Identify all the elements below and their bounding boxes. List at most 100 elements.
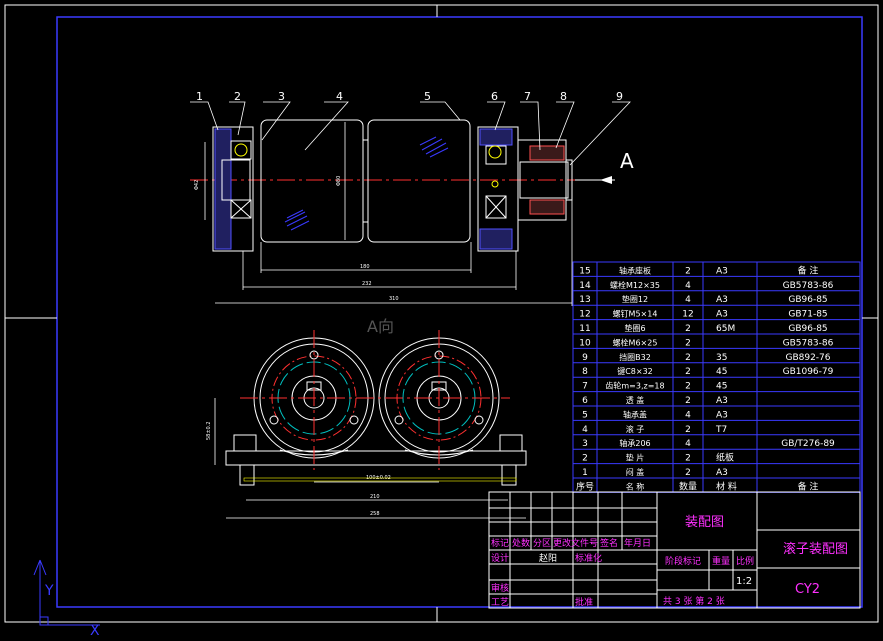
- bom-cell-name: 齿轮m=3,z=18: [605, 381, 664, 391]
- bom-cell-qty: 2: [685, 266, 691, 276]
- bom-cell-no: 4: [582, 425, 588, 435]
- scale-value: 1:2: [736, 576, 752, 587]
- callout-5: 5: [424, 90, 431, 103]
- title-row-label-2: 处数: [512, 537, 530, 549]
- bom-cell-mat: A3: [716, 295, 728, 305]
- bom-cell-note: GB71-85: [788, 310, 827, 320]
- bom-cell-qty: 2: [685, 338, 691, 348]
- callout-4: 4: [336, 90, 343, 103]
- bom-cell-qty: 4: [685, 281, 691, 291]
- assembly-drawing: Y X 1 2 3 4 5 6 7 8 9 180 232 310 100±0.…: [4, 4, 879, 639]
- bom-cell-note: GB96-85: [788, 324, 827, 334]
- bom-cell-qty: 2: [685, 454, 691, 464]
- bom-cell-no: 12: [579, 310, 590, 320]
- bom-cell-name: 滚 子: [626, 424, 645, 434]
- bom-cell-mat: 45: [716, 382, 727, 392]
- dim-roller-len: 180: [360, 264, 370, 270]
- bom-cell-name: 轴承206: [619, 438, 650, 448]
- bom-cell-name: 螺钉M5×14: [613, 309, 658, 319]
- scale-label: 比例: [736, 555, 754, 567]
- bom-cell-name: 垫圈12: [622, 294, 648, 304]
- review-label: 审核: [491, 582, 509, 594]
- dim-overall2: 310: [389, 296, 399, 302]
- bom-cell-qty: 4: [685, 439, 691, 449]
- dim-roller-dia: Φ80: [336, 176, 342, 186]
- stage-label: 阶段标记: [665, 555, 701, 567]
- bom-cell-qty: 4: [685, 410, 691, 420]
- bom-cell-name: 轴承座板: [619, 265, 651, 275]
- bom-cell-note: GB5783-86: [783, 338, 834, 348]
- bom-cell-mat: 纸板: [716, 452, 734, 464]
- sheet-count: 共 3 张 第 2 张: [663, 595, 725, 607]
- bom-cell-mat: 45: [716, 367, 727, 377]
- title-row-label-1: 标记: [491, 537, 509, 549]
- bom-cell-no: 10: [579, 338, 591, 348]
- bom-rows: 15 轴承座板 2 A3 备 注14 螺栓M12×35 4 GB5783-8613 垫圈12 4 A…: [573, 264, 860, 493]
- bom-cell-mat: 材 料: [716, 480, 737, 492]
- bom-cell-no: 5: [582, 410, 588, 420]
- designer-name: 赵阳: [539, 552, 557, 564]
- bom-cell-qty: 2: [685, 367, 691, 377]
- view-a-label: A向: [367, 317, 394, 336]
- front-view: [214, 330, 527, 519]
- callout-1: 1: [196, 90, 203, 103]
- bom-cell-no: 14: [579, 281, 591, 291]
- bom-cell-name: 名 称: [626, 481, 645, 491]
- callout-6: 6: [491, 90, 498, 103]
- bom-cell-name: 键C8×32: [617, 366, 653, 376]
- bom-cell-note: GB96-85: [788, 295, 827, 305]
- dim-width1: 210: [370, 494, 380, 500]
- bom-cell-no: 6: [582, 396, 588, 406]
- bom-cell-name: 透 盖: [626, 395, 645, 405]
- callout-9: 9: [616, 90, 623, 103]
- bom-cell-name: 轴承盖: [623, 409, 647, 419]
- bom-cell-note: GB5783-86: [783, 281, 834, 291]
- callout-3: 3: [278, 90, 285, 103]
- dim-overall1: 232: [362, 281, 372, 287]
- callout-8: 8: [560, 90, 567, 103]
- process-label: 工艺: [491, 597, 509, 608]
- bom-cell-no: 9: [582, 353, 588, 363]
- bom-cell-qty: 2: [685, 396, 691, 406]
- bom-cell-name: 垫 片: [626, 453, 645, 463]
- bom-cell-mat: A3: [716, 396, 728, 406]
- ucs-y-label: Y: [44, 583, 54, 599]
- bom-cell-note: GB892-76: [785, 353, 830, 363]
- bom-cell-qty: 4: [685, 295, 691, 305]
- dim-base-h: 58±0.2: [206, 421, 212, 440]
- designer-label: 设计: [491, 552, 509, 564]
- bom-cell-note: GB/T276-89: [781, 439, 835, 449]
- title-row-label-5: 签名: [600, 537, 618, 549]
- dim-left-height: Φ42: [194, 180, 200, 190]
- bom-cell-mat: A3: [716, 468, 728, 478]
- bom-cell-no: 1: [582, 468, 588, 478]
- bom-cell-mat: 65M: [716, 324, 735, 334]
- approve-label: 批准: [575, 596, 593, 608]
- title-row-label-3: 分区: [533, 538, 551, 549]
- callout-labels: 1 2 3 4 5 6 7 8 9: [196, 90, 623, 103]
- ucs-x-label: X: [90, 623, 100, 639]
- bom-cell-note: 备 注: [798, 480, 819, 492]
- ucs-icon: [33, 559, 100, 626]
- bom-cell-note: GB1096-79: [783, 367, 834, 377]
- bom-cell-qty: 数量: [679, 480, 697, 492]
- bom-cell-no: 2: [582, 454, 588, 464]
- title-row-label-6: 年月日: [624, 537, 651, 549]
- bom-cell-name: 螺栓M12×35: [610, 280, 660, 290]
- bom-cell-no: 8: [582, 367, 588, 377]
- bom-cell-no: 3: [582, 439, 588, 449]
- bom-cell-mat: T7: [715, 425, 727, 435]
- bom-cell-qty: 2: [685, 468, 691, 478]
- dim-width2: 258: [370, 511, 380, 517]
- bom-cell-mat: A3: [716, 266, 728, 276]
- bom-cell-mat: A3: [716, 310, 728, 320]
- bom-cell-mat: 35: [716, 353, 727, 363]
- top-view: [190, 101, 631, 306]
- title-row-label-4: 更改文件号: [553, 537, 598, 549]
- callout-7: 7: [524, 90, 531, 103]
- bom-cell-note: 备 注: [798, 264, 819, 276]
- bom-cell-qty: 12: [682, 310, 693, 320]
- bom-cell-qty: 2: [685, 382, 691, 392]
- bom-cell-no: 7: [582, 382, 588, 392]
- bom-cell-qty: 2: [685, 353, 691, 363]
